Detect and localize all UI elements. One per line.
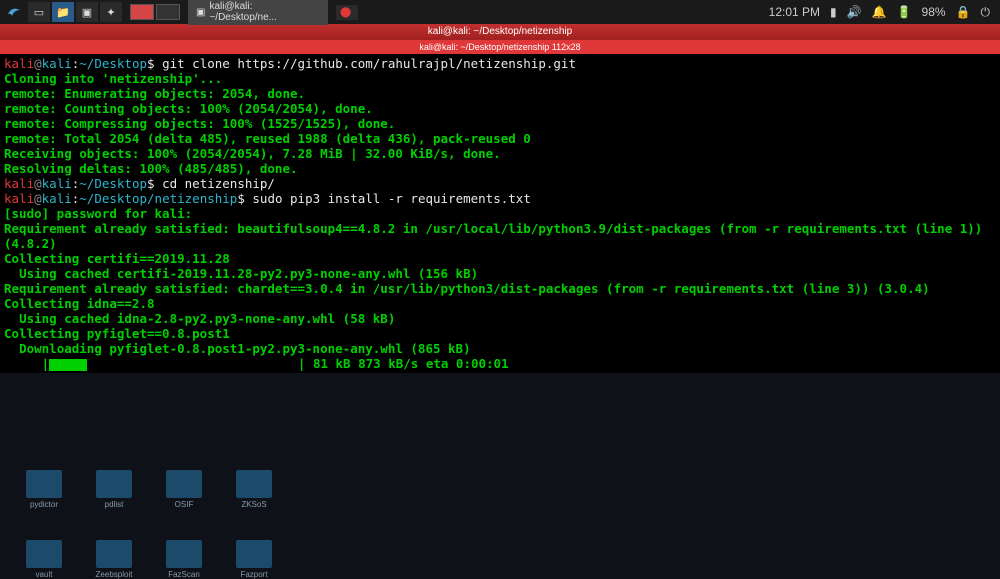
- out-recv: Receiving objects: 100% (2054/2054), 7.2…: [4, 146, 501, 161]
- terminal-body[interactable]: kali@kali:~/Desktop$ git clone https://g…: [0, 54, 1000, 373]
- quick-launch: ▭ 📁 ▣ ✦: [28, 2, 122, 22]
- record-icon: ⬤: [340, 7, 351, 18]
- download-progress-bar: [49, 359, 87, 371]
- window-subtitle-bar: kali@kali: ~/Desktop/netizenship 112x28: [0, 40, 1000, 54]
- taskbar-label: kali@kali: ~/Desktop/ne...: [209, 1, 320, 23]
- desktop-folder[interactable]: Zeebsploit: [90, 540, 138, 579]
- out-cloning: Cloning into 'netizenship'...: [4, 71, 222, 86]
- taskbar-terminal[interactable]: ▣ kali@kali: ~/Desktop/ne...: [188, 0, 328, 25]
- desktop-folder[interactable]: Fazport: [230, 540, 278, 579]
- out-cache-certifi: Using cached certifi-2019.11.28-py2.py3-…: [4, 266, 478, 281]
- prompt-path2: ~/Desktop/netizenship: [79, 191, 237, 206]
- workspace-2[interactable]: [156, 4, 180, 20]
- desktop-folder[interactable]: vault: [20, 540, 68, 579]
- window-titlebar[interactable]: kali@kali: ~/Desktop/netizenship: [0, 24, 1000, 40]
- out-compress: remote: Compressing objects: 100% (1525/…: [4, 116, 395, 131]
- out-sudo: [sudo] password for kali:: [4, 206, 192, 221]
- notification-icon[interactable]: 🔔: [872, 5, 887, 19]
- cmd-git-clone: git clone https://github.com/rahulrajpl/…: [162, 56, 576, 71]
- lock-icon[interactable]: 🔒: [956, 5, 971, 19]
- battery-percent: 98%: [922, 5, 946, 19]
- cmd-pip: sudo pip3 install -r requirements.txt: [252, 191, 530, 206]
- taskbar-recorder[interactable]: ⬤: [336, 5, 358, 20]
- out-req-chardet: Requirement already satisfied: chardet==…: [4, 281, 930, 296]
- out-col-idna: Collecting idna==2.8: [4, 296, 155, 311]
- file-manager-icon[interactable]: 📁: [52, 2, 74, 22]
- taskbar-app-icon: ▣: [196, 7, 205, 18]
- battery-icon[interactable]: 🔋: [897, 5, 912, 19]
- terminal-window: kali@kali: ~/Desktop/netizenship kali@ka…: [0, 24, 1000, 373]
- out-req-bs4: Requirement already satisfied: beautiful…: [4, 221, 990, 251]
- prompt-dollar: $: [147, 56, 155, 71]
- out-enum: remote: Enumerating objects: 2054, done.: [4, 86, 305, 101]
- out-resolve: Resolving deltas: 100% (485/485), done.: [4, 161, 298, 176]
- terminal-icon[interactable]: ▣: [76, 2, 98, 22]
- prompt-user: kali: [4, 176, 34, 191]
- power-icon[interactable]: ⏻: [981, 5, 991, 20]
- out-dl-pyfiglet: Downloading pyfiglet-0.8.post1-py2.py3-n…: [4, 341, 471, 356]
- prompt-at: @: [34, 56, 42, 71]
- desktop-folder[interactable]: ZKSoS: [230, 470, 278, 509]
- out-cache-idna: Using cached idna-2.8-py2.py3-none-any.w…: [4, 311, 395, 326]
- clock[interactable]: 12:01 PM: [769, 5, 820, 19]
- desktop-folder[interactable]: pdlist: [90, 470, 138, 509]
- desktop-folder[interactable]: OSIF: [160, 470, 208, 509]
- prompt-host: kali: [42, 56, 72, 71]
- window-subtitle: kali@kali: ~/Desktop/netizenship 112x28: [419, 42, 580, 52]
- top-panel: ▭ 📁 ▣ ✦ ▣ kali@kali: ~/Desktop/ne... ⬤ 1…: [0, 0, 1000, 24]
- out-progress: | 81 kB 873 kB/s eta 0:00:01: [298, 356, 509, 371]
- volume-icon[interactable]: 🔊: [847, 5, 862, 19]
- prompt-path: ~/Desktop: [79, 56, 147, 71]
- workspace-switcher[interactable]: [130, 4, 180, 20]
- desktop-icon[interactable]: ▭: [28, 2, 50, 22]
- out-count: remote: Counting objects: 100% (2054/205…: [4, 101, 373, 116]
- kali-tool-icon[interactable]: ✦: [100, 2, 122, 22]
- cmd-cd: cd netizenship/: [162, 176, 275, 191]
- prompt-user: kali: [4, 56, 34, 71]
- window-title: kali@kali: ~/Desktop/netizenship: [428, 26, 572, 37]
- system-tray: 12:01 PM ▮ 🔊 🔔 🔋 98% 🔒 ⏻: [769, 5, 996, 20]
- out-total: remote: Total 2054 (delta 485), reused 1…: [4, 131, 531, 146]
- out-col-certifi: Collecting certifi==2019.11.28: [4, 251, 230, 266]
- kali-menu-icon[interactable]: [4, 2, 24, 22]
- out-col-pyfiglet: Collecting pyfiglet==0.8.post1: [4, 326, 230, 341]
- desktop-folder[interactable]: FazScan: [160, 540, 208, 579]
- workspace-1[interactable]: [130, 4, 154, 20]
- mic-icon[interactable]: ▮: [830, 5, 837, 19]
- desktop-folder[interactable]: pydictor: [20, 470, 68, 509]
